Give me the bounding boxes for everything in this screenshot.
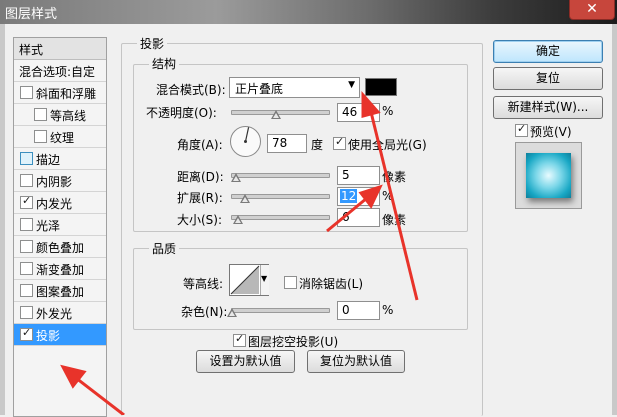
annotation-arrowhead-1 [361, 91, 381, 118]
annotation-arrow-2 [326, 196, 368, 233]
annotation-arrow-1 [369, 111, 419, 301]
annotation-arrowhead-2 [358, 184, 383, 209]
annotation-overlay [60, 91, 419, 415]
annotation-arrow-3 [75, 376, 125, 415]
